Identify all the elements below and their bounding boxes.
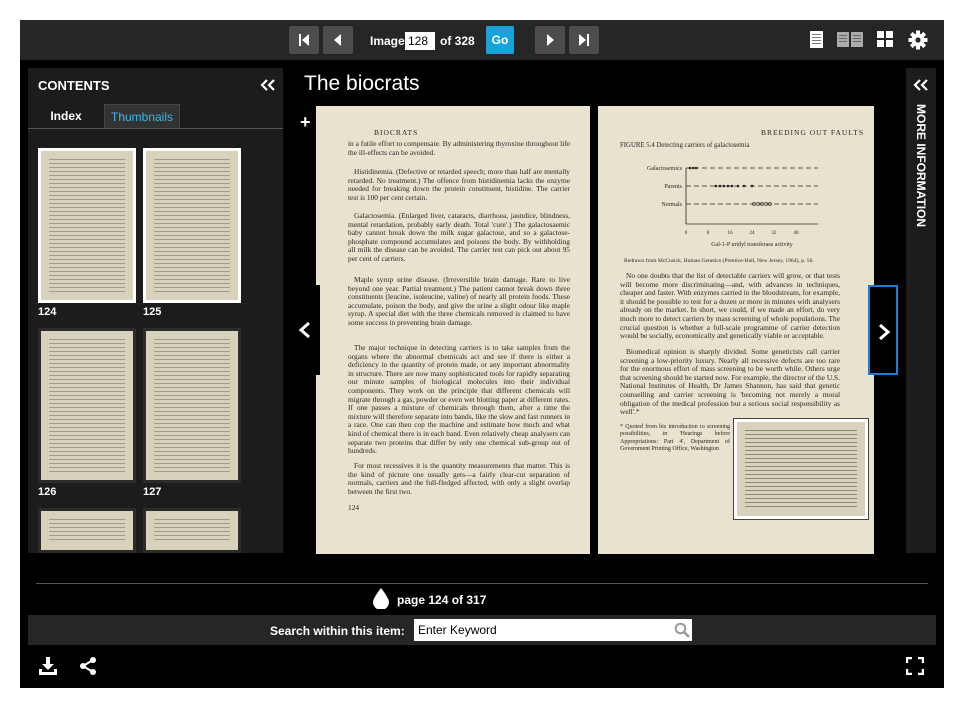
paragraph: in a futile effort to compensate. By adm… xyxy=(348,139,570,157)
download-icon[interactable] xyxy=(38,656,58,676)
left-page: BIOCRATS in a futile effort to compensat… xyxy=(316,106,590,554)
figure-caption: FIGURE 5.4 Detecting carriers of galacto… xyxy=(620,142,750,149)
page-slider-track[interactable] xyxy=(36,583,928,584)
page-preview-thumbnail[interactable] xyxy=(734,419,868,519)
thumbnail-label: 126 xyxy=(38,486,57,498)
book-title: The biocrats xyxy=(304,72,420,95)
single-page-view-icon[interactable] xyxy=(810,31,824,49)
page-header: BIOCRATS xyxy=(374,128,419,137)
page-number: 124 xyxy=(348,503,360,512)
thumbnail-label: 125 xyxy=(143,306,162,318)
tab-divider xyxy=(28,128,283,129)
page-counter: page 124 of 317 xyxy=(397,593,487,607)
thumbnail-label: 127 xyxy=(143,486,162,498)
right-page: BREEDING OUT FAULTS FIGURE 5.4 Detecting… xyxy=(598,106,874,554)
more-information-label: MORE INFORMATION xyxy=(914,104,928,228)
grid-view-icon[interactable] xyxy=(877,31,895,49)
next-page-button[interactable] xyxy=(535,26,565,54)
thumbnail-125[interactable] xyxy=(143,148,241,303)
two-page-view-icon[interactable] xyxy=(837,31,865,49)
figure-row-label: Galactosemics xyxy=(647,166,683,172)
figure-galactosemia-chart: Galactosemics Parents Normals 0 8 16 24 … xyxy=(647,166,818,248)
paragraph: Histidinemia. (Defective or retarded spe… xyxy=(348,167,570,202)
zoom-in-button[interactable]: + xyxy=(300,112,311,133)
first-page-button[interactable] xyxy=(289,26,319,54)
image-number-input[interactable] xyxy=(405,32,435,50)
fullscreen-icon[interactable] xyxy=(906,657,924,675)
go-button[interactable]: Go xyxy=(486,26,514,54)
share-icon[interactable] xyxy=(78,656,98,676)
paragraph: The major technique in detecting carrier… xyxy=(348,343,570,456)
figure-row-label: Normals xyxy=(661,202,682,208)
footnote: * Quoted from his introduction to screen… xyxy=(620,424,730,453)
previous-icon xyxy=(334,34,341,46)
last-page-button[interactable] xyxy=(569,26,599,54)
thumbnail-127[interactable] xyxy=(143,328,241,483)
more-information-panel[interactable]: MORE INFORMATION xyxy=(906,68,936,553)
search-icon[interactable] xyxy=(674,622,690,638)
paragraph: No one doubts that the list of detectabl… xyxy=(620,271,840,341)
top-toolbar: Image of 328 Go xyxy=(20,20,944,60)
figure-axis-label: Gal-1-P uridyl transferase activity xyxy=(711,241,793,248)
paragraph: Galactosemia. (Enlarged liver, cataracts… xyxy=(348,211,570,263)
thumbnail-129[interactable] xyxy=(143,508,241,553)
thumbnail-label: 124 xyxy=(38,306,57,318)
paragraph: Biomedical opinion is sharply divided. S… xyxy=(620,347,840,417)
previous-page-button[interactable] xyxy=(323,26,353,54)
collapse-contents-icon[interactable] xyxy=(260,78,276,92)
last-page-icon xyxy=(579,34,589,46)
paragraph: Maple syrup urine disease. (Irreversible… xyxy=(348,275,570,327)
search-label: Search within this item: xyxy=(270,624,405,638)
image-total: of 328 xyxy=(440,34,475,48)
search-input[interactable] xyxy=(414,619,692,641)
tab-index[interactable]: Index xyxy=(38,104,94,128)
page-next-arrow[interactable] xyxy=(868,285,898,375)
page-slider-handle-icon[interactable] xyxy=(372,587,390,609)
figure-tick: 32 xyxy=(772,231,778,236)
figure-tick: 16 xyxy=(728,231,734,236)
settings-gear-icon[interactable] xyxy=(908,30,928,50)
contents-title: CONTENTS xyxy=(38,78,110,93)
figure-tick: 8 xyxy=(707,231,710,236)
contents-panel: CONTENTS Index Thumbnails 124 125 126 12… xyxy=(28,68,283,553)
figure-tick: 24 xyxy=(750,231,756,236)
paragraph: For most recessives it is the quantity m… xyxy=(348,461,570,496)
book-viewer: Image of 328 Go xyxy=(20,20,944,688)
thumbnail-128[interactable] xyxy=(38,508,136,553)
chevron-left-icon xyxy=(298,321,310,339)
figure-tick: 0 xyxy=(685,231,688,236)
thumbnail-126[interactable] xyxy=(38,328,136,483)
tab-thumbnails[interactable]: Thumbnails xyxy=(104,104,180,128)
expand-info-icon[interactable] xyxy=(913,78,929,92)
image-label: Image xyxy=(370,34,405,48)
search-bar: Search within this item: xyxy=(28,615,936,645)
figure-row-label: Parents xyxy=(664,184,682,190)
first-page-icon xyxy=(299,34,309,46)
figure-tick: 40 xyxy=(794,231,800,236)
figure-credit: Redrawn from McCusick, Human Genetics (P… xyxy=(624,258,814,264)
chevron-right-icon xyxy=(879,323,891,341)
next-icon xyxy=(547,34,554,46)
page-header: BREEDING OUT FAULTS xyxy=(760,128,864,137)
thumbnail-124[interactable] xyxy=(38,148,136,303)
page-prev-arrow[interactable] xyxy=(290,285,320,375)
